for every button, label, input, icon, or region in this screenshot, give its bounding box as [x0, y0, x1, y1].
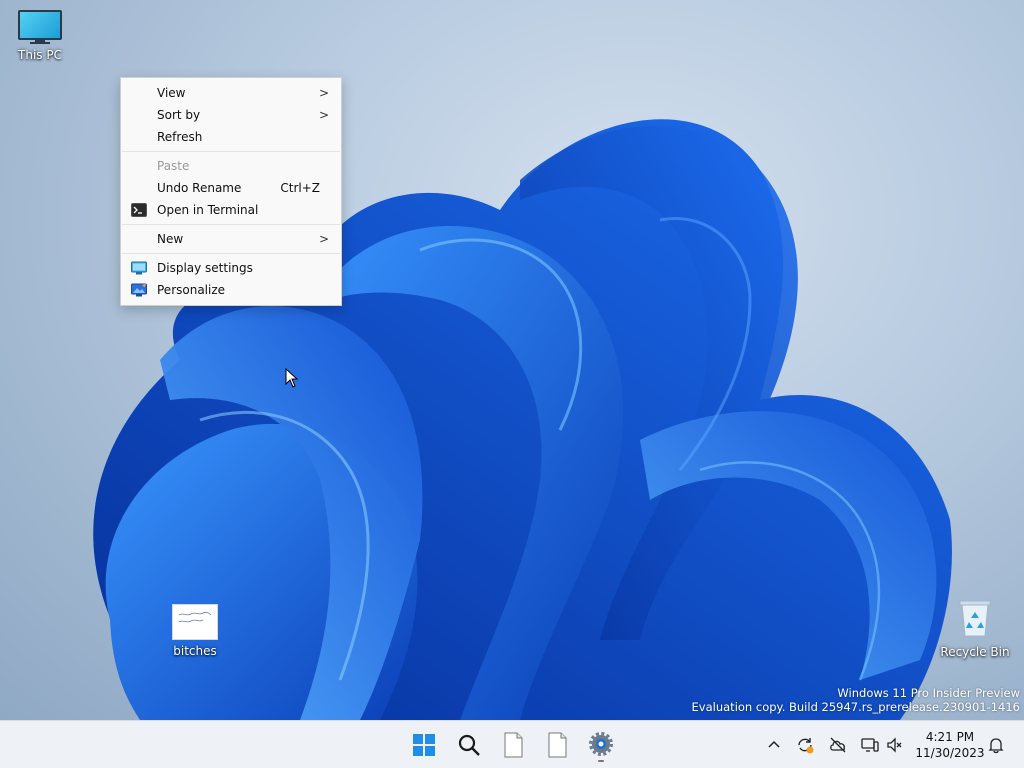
volume-muted-icon[interactable] [885, 735, 905, 755]
chevron-up-icon[interactable] [764, 735, 784, 755]
desktop-icon-this-pc[interactable]: This PC [0, 10, 80, 62]
cloud-offline-icon[interactable] [828, 735, 848, 755]
menu-item-refresh[interactable]: Refresh [121, 126, 341, 148]
menu-item-label: View [157, 86, 186, 100]
menu-item-display-settings[interactable]: Display settings [121, 257, 341, 279]
menu-item-sort-by[interactable]: Sort by > [121, 104, 341, 126]
clock-date: 11/30/2023 [915, 746, 985, 760]
menu-item-label: Sort by [157, 108, 201, 122]
menu-item-label: Personalize [157, 283, 226, 297]
menu-item-personalize[interactable]: Personalize [121, 279, 341, 301]
settings-icon [589, 732, 613, 762]
menu-item-paste: Paste [121, 155, 341, 177]
menu-item-open-in-terminal[interactable]: Open in Terminal [121, 199, 341, 221]
desktop-icon-recycle-bin[interactable]: Recycle Bin [935, 598, 1015, 659]
monitor-icon [18, 10, 62, 44]
search-icon [458, 734, 480, 756]
sync-icon[interactable] [795, 735, 815, 755]
start-button[interactable] [406, 727, 442, 763]
clock-time: 4:21 PM [925, 730, 975, 744]
menu-item-view[interactable]: View > [121, 82, 341, 104]
menu-item-label: Undo Rename [157, 181, 242, 195]
taskbar: 4:21 PM 11/30/2023 [0, 720, 1024, 768]
menu-item-label: New [157, 232, 184, 246]
terminal-icon [131, 203, 147, 217]
menu-item-label: Display settings [157, 261, 253, 275]
watermark-line-1: Windows 11 Pro Insider Preview [837, 686, 1020, 700]
menu-separator [122, 253, 340, 254]
menu-item-undo-rename[interactable]: Undo Rename Ctrl+Z [121, 177, 341, 199]
desktop[interactable]: This PC bitches Recycle Bin Windows 11 P… [0, 0, 1024, 720]
search-button[interactable] [451, 727, 487, 763]
display-icon [131, 261, 147, 275]
notification-bell-icon[interactable] [986, 735, 1006, 755]
desktop-icon-label: Recycle Bin [940, 645, 1010, 659]
chevron-right-icon: > [318, 108, 329, 122]
menu-item-label: Refresh [157, 130, 203, 144]
desktop-context-menu: View > Sort by > Refresh Paste Undo Rena… [120, 77, 342, 306]
menu-item-label: Open in Terminal [157, 203, 259, 217]
chevron-right-icon: > [318, 232, 329, 246]
file-icon [548, 732, 567, 758]
menu-separator [122, 151, 340, 152]
start-icon [413, 734, 435, 756]
evaluation-watermark: Windows 11 Pro Insider Preview Evaluatio… [692, 686, 1020, 714]
menu-item-new[interactable]: New > [121, 228, 341, 250]
taskbar-file-button-2[interactable] [539, 727, 575, 763]
desktop-icon-label: This PC [18, 48, 62, 62]
chevron-right-icon: > [318, 86, 329, 100]
recycle-bin-icon [959, 600, 991, 637]
desktop-icon-bitches[interactable]: bitches [155, 604, 235, 658]
system-clock[interactable]: 4:21 PM 11/30/2023 [912, 729, 988, 761]
menu-item-shortcut: Ctrl+Z [280, 181, 320, 195]
desktop-icon-label: bitches [173, 644, 217, 658]
watermark-line-2: Evaluation copy. Build 25947.rs_prerelea… [691, 700, 1020, 714]
mouse-cursor-icon [285, 368, 299, 388]
file-icon [504, 732, 523, 758]
network-icon[interactable] [860, 735, 880, 755]
settings-button[interactable] [583, 727, 619, 763]
image-thumbnail-icon [172, 604, 218, 640]
personalize-icon [131, 283, 147, 297]
taskbar-file-button-1[interactable] [495, 727, 531, 763]
menu-separator [122, 224, 340, 225]
menu-item-label: Paste [157, 159, 190, 173]
